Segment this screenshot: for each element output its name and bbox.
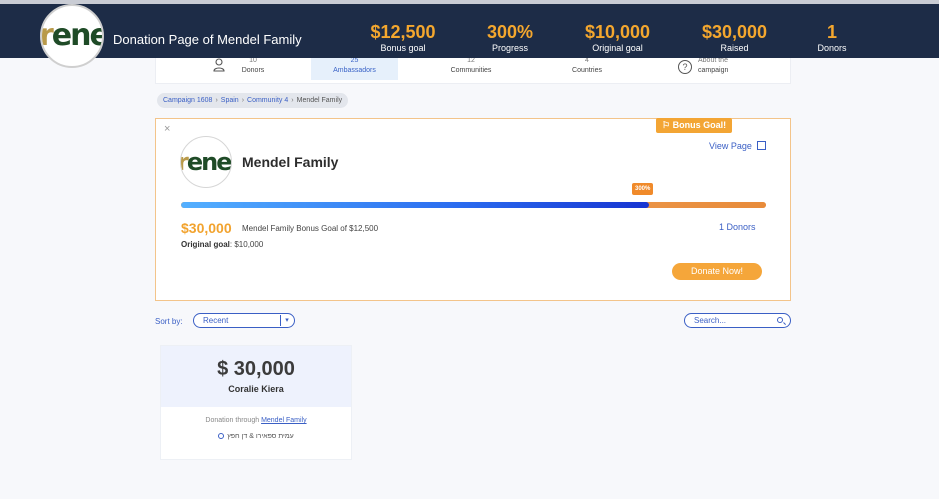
team-summary-card: × ⚐ Bonus Goal! View Page renev Mendel F… (155, 118, 791, 301)
chevron-right-icon: › (241, 97, 245, 104)
question-icon: ? (678, 60, 692, 74)
breadcrumb: Campaign 1608 › Spain › Community 4 › Mendel F… (157, 93, 349, 108)
bonus-goal-badge: ⚐ Bonus Goal! (656, 118, 733, 133)
stat-label: Bonus goal (380, 43, 426, 53)
chevron-right-icon: › (291, 97, 294, 104)
sort-select[interactable]: Recent ▾ (193, 313, 295, 328)
stat-progress: 300% Progress (470, 22, 550, 54)
donor-name: Coralie Kiera (228, 384, 284, 394)
subnav-label: Countries (572, 67, 602, 74)
search-placeholder: Search... (694, 316, 727, 325)
donation-card: $ 30,000 Coralie Kiera Donation through … (160, 345, 352, 460)
progress-bar (181, 202, 766, 208)
search-icon[interactable] (777, 317, 783, 323)
brand-logo[interactable]: renev (40, 4, 104, 68)
external-link-icon (756, 141, 766, 150)
donation-message: עמית ספאירו & דן חפץ (161, 432, 351, 440)
subnav-tab-communities[interactable]: 12 Communities (426, 58, 516, 80)
stat-value: $30,000 (701, 22, 768, 42)
donation-card-header: $ 30,000 Coralie Kiera (161, 346, 351, 407)
header-bar: Donation Page of Mendel Family $12,500 B… (0, 4, 939, 58)
subnav-tab-ambassadors[interactable]: 25 Ambassadors (311, 58, 398, 80)
page-title: Donation Page of Mendel Family (113, 32, 302, 47)
bonus-badge-label: Bonus Goal! (672, 120, 727, 130)
original-goal-label: Original goal (181, 240, 230, 249)
stat-original-goal: $10,000 Original goal (575, 22, 660, 54)
stat-value: $10,000 (584, 22, 651, 42)
donation-through-link[interactable]: Mendel Family (261, 417, 307, 424)
breadcrumb-current: Mendel Family (296, 97, 343, 104)
donation-message-text: עמית ספאירו & דן חפץ (227, 433, 294, 440)
view-page-label: View Page (709, 141, 752, 151)
subnav-label: campaign (698, 67, 729, 74)
stat-label: Original goal (592, 43, 643, 53)
breadcrumb-country[interactable]: Spain (221, 97, 239, 104)
team-name: Mendel Family (242, 154, 339, 170)
stat-label: Progress (491, 43, 528, 53)
stat-value: 1 (826, 22, 837, 42)
person-icon (213, 58, 225, 72)
sort-value: Recent (203, 316, 229, 325)
progress-bar-fill (181, 202, 649, 208)
stat-value: $12,500 (370, 22, 436, 42)
subnav-tab-countries[interactable]: 4 Countries (544, 58, 630, 80)
subnav-count: 10 (249, 58, 257, 64)
donation-amount: $ 30,000 (217, 358, 295, 380)
donors-count-link[interactable]: 1 Donors (719, 222, 756, 232)
subnav-label: Communities (450, 67, 492, 74)
donation-through: Donation through Mendel Family (161, 417, 351, 424)
flag-icon: ⚐ (662, 120, 673, 130)
donate-now-button[interactable]: Donate Now! (672, 263, 762, 280)
stat-bonus-goal: $12,500 Bonus goal (363, 22, 443, 54)
stat-value: 300% (486, 22, 534, 42)
progress-percent-tag: 300% (632, 183, 654, 195)
stat-label: Raised (720, 43, 749, 53)
stat-raised: $30,000 Raised (692, 22, 777, 54)
raised-amount: $30,000 (181, 220, 232, 236)
donation-through-prefix: Donation through (205, 417, 262, 424)
subnav-label: Donors (241, 67, 265, 74)
view-page-link[interactable]: View Page (709, 140, 766, 151)
stat-donors: 1 Donors (812, 22, 852, 54)
logo-wordmark: renev (40, 18, 102, 53)
chevron-right-icon: › (215, 97, 218, 104)
subnav-count: 4 (585, 58, 589, 64)
sort-label: Sort by: (155, 317, 183, 326)
subnav-tab-donors[interactable]: 10 Donors (206, 58, 286, 80)
breadcrumb-community[interactable]: Community 4 (247, 97, 288, 104)
bonus-goal-text: Mendel Family Bonus Goal of $12,500 (242, 224, 379, 233)
subnav-label: Ambassadors (333, 67, 376, 74)
original-goal: Original goal: $10,000 (181, 240, 263, 249)
breadcrumb-campaign[interactable]: Campaign 1608 (163, 97, 212, 104)
chevron-down-icon: ▾ (280, 315, 293, 326)
original-goal-value: : $10,000 (229, 240, 264, 249)
avatar: renev (180, 136, 232, 188)
search-icon (218, 433, 225, 439)
avatar-logo: renev (181, 148, 231, 176)
campaign-subnav: 10 Donors 25 Ambassadors 12 Communities … (155, 58, 791, 84)
subnav-tab-about[interactable]: ? About the campaign (676, 58, 756, 80)
subnav-count: About the (698, 58, 728, 64)
subnav-count: 12 (467, 58, 475, 64)
search-input[interactable]: Search... (684, 313, 791, 328)
stat-label: Donors (817, 43, 847, 53)
subnav-count: 25 (350, 58, 359, 64)
close-icon[interactable]: × (164, 123, 170, 135)
